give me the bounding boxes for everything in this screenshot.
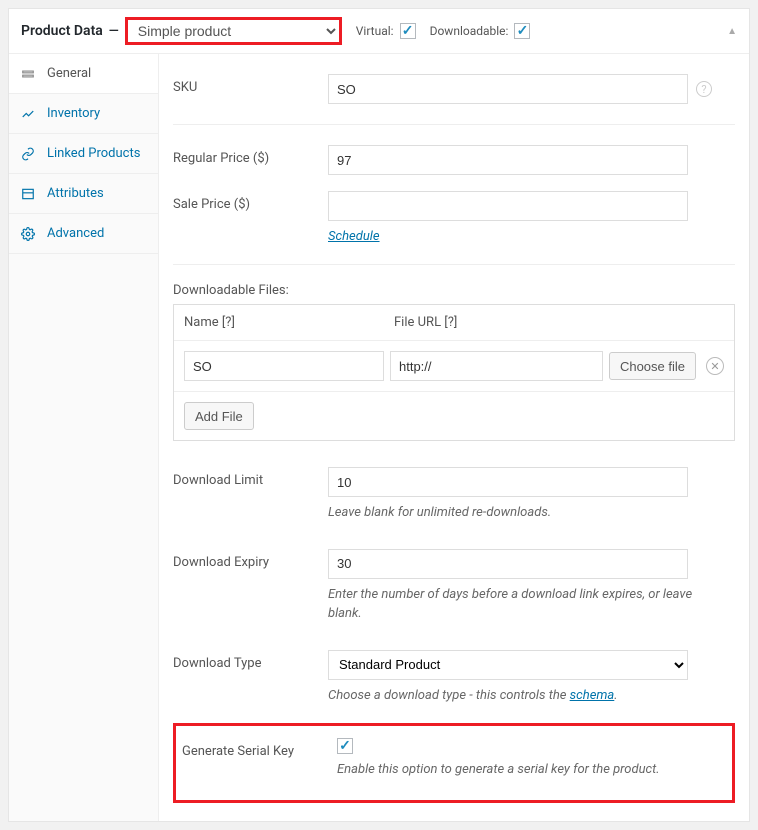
download-type-desc-pre: Choose a download type - this controls t… bbox=[328, 688, 570, 703]
download-type-select[interactable]: Standard Product bbox=[328, 650, 688, 680]
sidebar-item-general[interactable]: General bbox=[9, 54, 158, 94]
download-expiry-label: Download Expiry bbox=[173, 549, 328, 570]
remove-file-icon[interactable]: ✕ bbox=[706, 357, 724, 375]
regular-price-row: Regular Price ($) bbox=[173, 137, 735, 183]
choose-file-button[interactable]: Choose file bbox=[609, 352, 696, 380]
generate-serial-highlight: Generate Serial Key Enable this option t… bbox=[173, 723, 735, 803]
divider bbox=[173, 264, 735, 265]
generate-serial-checkbox[interactable] bbox=[337, 738, 353, 754]
regular-price-label: Regular Price ($) bbox=[173, 145, 328, 166]
download-type-row: Download Type Standard Product Choose a … bbox=[173, 642, 735, 714]
regular-price-input[interactable] bbox=[328, 145, 688, 175]
file-name-input[interactable] bbox=[184, 351, 384, 381]
link-icon bbox=[21, 147, 37, 161]
generate-serial-desc: Enable this option to generate a serial … bbox=[337, 760, 726, 780]
list-icon bbox=[21, 187, 37, 201]
title-dash: — bbox=[109, 24, 119, 39]
file-url-input[interactable] bbox=[390, 351, 603, 381]
files-footer: Add File bbox=[174, 391, 734, 440]
download-type-desc-post: . bbox=[614, 688, 617, 703]
sidebar-item-label: Inventory bbox=[47, 106, 100, 121]
sidebar-item-label: Attributes bbox=[47, 186, 104, 201]
download-limit-row: Download Limit Leave blank for unlimited… bbox=[173, 459, 735, 531]
sidebar-item-advanced[interactable]: Advanced bbox=[9, 214, 158, 254]
help-icon[interactable]: ? bbox=[696, 81, 712, 97]
sidebar-item-label: Advanced bbox=[47, 226, 104, 241]
download-limit-label: Download Limit bbox=[173, 467, 328, 488]
downloadable-checkbox[interactable] bbox=[514, 23, 530, 39]
downloadable-files-label: Downloadable Files: bbox=[173, 283, 735, 298]
add-file-button[interactable]: Add File bbox=[184, 402, 254, 430]
product-type-select[interactable]: Simple product bbox=[125, 17, 342, 45]
sidebar-item-attributes[interactable]: Attributes bbox=[9, 174, 158, 214]
download-limit-desc: Leave blank for unlimited re-downloads. bbox=[328, 503, 718, 523]
collapse-toggle-icon[interactable]: ▲ bbox=[727, 26, 737, 37]
chart-icon bbox=[21, 107, 37, 121]
sale-price-row: Sale Price ($) Schedule bbox=[173, 183, 735, 252]
product-data-panel: Product Data — Simple product Virtual: D… bbox=[8, 8, 750, 822]
download-expiry-input[interactable] bbox=[328, 549, 688, 579]
download-expiry-row: Download Expiry Enter the number of days… bbox=[173, 541, 735, 632]
sidebar-item-inventory[interactable]: Inventory bbox=[9, 94, 158, 134]
panel-body: General Inventory Linked Products Attrib… bbox=[9, 54, 749, 821]
files-header: Name [?] File URL [?] bbox=[174, 305, 734, 341]
header-checkboxes: Virtual: Downloadable: bbox=[356, 23, 531, 39]
panel-title: Product Data bbox=[21, 23, 103, 39]
downloadable-label-wrap: Downloadable: bbox=[430, 23, 531, 39]
files-name-header: Name [?] bbox=[184, 315, 394, 330]
file-row: Choose file ✕ bbox=[174, 341, 734, 391]
sku-input[interactable] bbox=[328, 74, 688, 104]
schedule-link[interactable]: Schedule bbox=[328, 229, 380, 244]
download-expiry-desc: Enter the number of days before a downlo… bbox=[328, 585, 718, 624]
generate-serial-row: Generate Serial Key Enable this option t… bbox=[182, 730, 726, 788]
sku-label: SKU bbox=[173, 74, 328, 95]
sidebar: General Inventory Linked Products Attrib… bbox=[9, 54, 159, 821]
generate-serial-label: Generate Serial Key bbox=[182, 738, 337, 759]
sale-price-label: Sale Price ($) bbox=[173, 191, 328, 212]
virtual-checkbox[interactable] bbox=[400, 23, 416, 39]
sidebar-item-label: General bbox=[47, 66, 91, 81]
virtual-label-wrap: Virtual: bbox=[356, 23, 416, 39]
divider bbox=[173, 124, 735, 125]
sidebar-item-linked-products[interactable]: Linked Products bbox=[9, 134, 158, 174]
content-area: SKU ? Regular Price ($) Sale Price ($) bbox=[159, 54, 749, 821]
panel-header: Product Data — Simple product Virtual: D… bbox=[9, 9, 749, 54]
gear-icon bbox=[21, 227, 37, 241]
virtual-label: Virtual: bbox=[356, 24, 394, 38]
wrench-icon bbox=[21, 67, 37, 81]
sidebar-item-label: Linked Products bbox=[47, 146, 140, 161]
downloadable-label: Downloadable: bbox=[430, 24, 509, 38]
schema-link[interactable]: schema bbox=[570, 688, 615, 703]
download-type-label: Download Type bbox=[173, 650, 328, 671]
download-limit-input[interactable] bbox=[328, 467, 688, 497]
files-table: Name [?] File URL [?] Choose file ✕ Add … bbox=[173, 304, 735, 441]
sale-price-input[interactable] bbox=[328, 191, 688, 221]
sku-row: SKU ? bbox=[173, 66, 735, 112]
download-type-desc: Choose a download type - this controls t… bbox=[328, 686, 718, 706]
files-url-header: File URL [?] bbox=[394, 315, 724, 330]
